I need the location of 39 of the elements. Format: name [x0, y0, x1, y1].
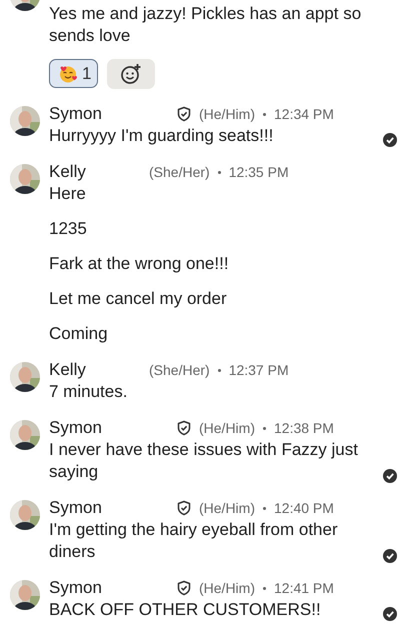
author-name: Symon	[49, 578, 103, 598]
timestamp: 12:37 PM	[228, 362, 289, 378]
separator-dot	[218, 368, 221, 372]
message-text: 1235	[49, 218, 88, 240]
message-text: Yes me and jazzy! Pickles has an appt so sends love	[49, 3, 362, 47]
separator-dot	[263, 426, 266, 430]
timestamp: 12:34 PM	[274, 106, 334, 122]
separator-dot	[218, 170, 221, 174]
author-name: Kelly	[49, 360, 87, 380]
author-name: Kelly	[49, 162, 87, 182]
pronouns: (He/Him)	[199, 106, 255, 122]
message-text: Coming	[49, 323, 109, 345]
separator-dot	[263, 506, 266, 510]
pronouns: (He/Him)	[199, 500, 255, 516]
pronouns: (She/Her)	[149, 164, 210, 180]
reaction-chip[interactable]: 1	[49, 59, 98, 88]
message-text: Here	[49, 183, 87, 205]
author-name: Symon	[49, 104, 103, 124]
message-text: 7 minutes.	[49, 381, 128, 403]
add-reaction-button[interactable]	[107, 59, 156, 89]
author-name: Symon	[49, 418, 103, 438]
message-text: Let me cancel my order	[49, 288, 228, 310]
timestamp: 12:35 PM	[228, 164, 289, 180]
timestamp: 12:41 PM	[274, 580, 334, 596]
timestamp: 12:40 PM	[274, 500, 334, 516]
pronouns: (He/Him)	[199, 420, 255, 436]
smiling-face-hearts-icon	[58, 64, 78, 84]
add-emoji-icon	[120, 63, 142, 85]
message-text: I'm getting the hairy eyeball from other diners	[49, 519, 339, 563]
message-text: I never have these issues with Fazzy just saying	[49, 439, 359, 483]
author-name: Symon	[49, 498, 103, 518]
separator-dot	[263, 112, 266, 116]
message-text: Hurryyyy I'm guarding seats!!!	[49, 125, 274, 147]
timestamp: 12:38 PM	[274, 420, 334, 436]
pronouns: (She/Her)	[149, 362, 210, 378]
message-text: BACK OFF OTHER CUSTOMERS!!	[49, 599, 322, 621]
separator-dot	[263, 586, 266, 590]
message-text: Fark at the wrong one!!!	[49, 253, 230, 275]
pronouns: (He/Him)	[199, 580, 255, 596]
